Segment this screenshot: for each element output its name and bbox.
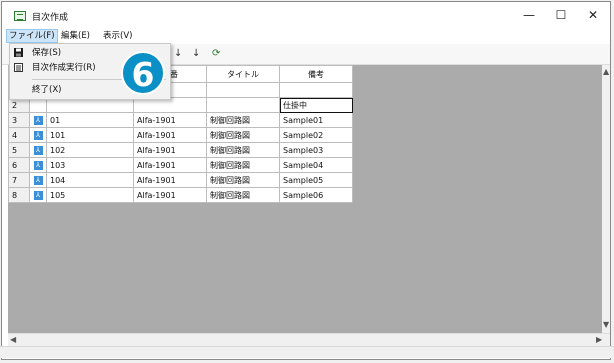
drawing-number-cell[interactable]: Alfa-1901 xyxy=(133,187,207,203)
close-button[interactable]: ✕ xyxy=(576,6,610,24)
minimize-button[interactable]: — xyxy=(512,6,546,24)
title-bar: 目次作成 — ☐ ✕ xyxy=(2,2,610,28)
title-cell[interactable]: 制御回路図 xyxy=(206,112,280,128)
toc-run-icon xyxy=(14,63,23,72)
pdf-cell[interactable]: ⅄ xyxy=(29,187,47,203)
id-cell[interactable]: 104 xyxy=(46,172,134,188)
pdf-icon: ⅄ xyxy=(33,176,43,185)
note-cell[interactable]: 仕掛中 xyxy=(279,97,353,113)
id-cell[interactable]: 102 xyxy=(46,142,134,158)
id-cell[interactable]: 103 xyxy=(46,157,134,173)
sort-descending-icon[interactable]: ↓ xyxy=(192,48,200,59)
pdf-cell[interactable]: ⅄ xyxy=(29,112,47,128)
note-cell[interactable]: Sample04 xyxy=(279,157,353,173)
title-cell[interactable] xyxy=(206,97,280,113)
row-number[interactable]: 8 xyxy=(8,187,30,203)
pdf-icon: ⅄ xyxy=(33,161,43,170)
vertical-scrollbar[interactable]: ▲ ▼ xyxy=(602,65,610,333)
id-cell[interactable]: 101 xyxy=(46,127,134,143)
header-title[interactable]: タイトル xyxy=(206,65,280,83)
step-number-badge: 6 xyxy=(121,51,165,95)
title-cell[interactable]: 制御回路図 xyxy=(206,127,280,143)
note-cell[interactable]: Sample03 xyxy=(279,142,353,158)
pdf-cell[interactable]: ⅄ xyxy=(29,127,47,143)
menu-edit[interactable]: 編集(E) xyxy=(59,30,92,42)
data-grid-area: 図番 タイトル 備考 12仕掛中3⅄01Alfa-1901制御回路図Sample… xyxy=(8,65,610,333)
drawing-number-cell[interactable]: Alfa-1901 xyxy=(133,172,207,188)
table-row[interactable]: 8 ⅄ 105 Alfa-1901 制御回路図 Sample06 xyxy=(8,187,353,203)
note-cell[interactable] xyxy=(279,82,353,98)
drawing-number-cell[interactable]: Alfa-1901 xyxy=(133,157,207,173)
drawing-number-cell[interactable]: Alfa-1901 xyxy=(133,112,207,128)
header-note[interactable]: 備考 xyxy=(279,65,353,83)
pdf-cell[interactable]: ⅄ xyxy=(29,157,47,173)
menu-file[interactable]: ファイル(F) xyxy=(6,29,58,43)
id-cell[interactable]: 105 xyxy=(46,187,134,203)
note-cell[interactable]: Sample01 xyxy=(279,112,353,128)
table-row[interactable]: 6 ⅄ 103 Alfa-1901 制御回路図 Sample04 xyxy=(8,157,353,173)
pdf-cell[interactable]: ⅄ xyxy=(29,142,47,158)
menu-item-label: 目次作成実行(R) xyxy=(32,63,96,73)
scroll-right-icon[interactable]: ▶ xyxy=(596,335,602,344)
pdf-icon: ⅄ xyxy=(33,131,43,140)
scroll-left-icon[interactable]: ◀ xyxy=(10,335,16,344)
save-icon xyxy=(14,48,23,57)
id-cell[interactable]: 01 xyxy=(46,112,134,128)
app-icon xyxy=(14,11,26,21)
menu-item-label: 保存(S) xyxy=(32,48,62,58)
table-row[interactable]: 5 ⅄ 102 Alfa-1901 制御回路図 Sample03 xyxy=(8,142,353,158)
horizontal-scrollbar[interactable]: ◀ ▶ xyxy=(8,333,610,346)
menu-item-label: 終了(X) xyxy=(32,85,62,95)
note-cell[interactable]: Sample06 xyxy=(279,187,353,203)
table-row[interactable]: 7 ⅄ 104 Alfa-1901 制御回路図 Sample05 xyxy=(8,172,353,188)
scroll-up-icon[interactable]: ▲ xyxy=(603,67,609,76)
drawing-number-cell[interactable]: Alfa-1901 xyxy=(133,127,207,143)
note-cell[interactable]: Sample02 xyxy=(279,127,353,143)
pdf-icon: ⅄ xyxy=(33,116,43,125)
table-row[interactable]: 3 ⅄ 01 Alfa-1901 制御回路図 Sample01 xyxy=(8,112,353,128)
title-cell[interactable]: 制御回路図 xyxy=(206,142,280,158)
row-number[interactable]: 4 xyxy=(8,127,30,143)
title-cell[interactable]: 制御回路図 xyxy=(206,157,280,173)
title-cell[interactable] xyxy=(206,82,280,98)
table-row[interactable]: 4 ⅄ 101 Alfa-1901 制御回路図 Sample02 xyxy=(8,127,353,143)
maximize-button[interactable]: ☐ xyxy=(544,6,578,24)
pdf-icon: ⅄ xyxy=(33,146,43,155)
pdf-icon: ⅄ xyxy=(33,191,43,200)
refresh-icon[interactable]: ⟳ xyxy=(212,48,220,59)
row-number[interactable]: 5 xyxy=(8,142,30,158)
sort-ascending-icon[interactable]: ↓ xyxy=(174,48,182,59)
row-number[interactable]: 6 xyxy=(8,157,30,173)
status-bar xyxy=(0,346,614,358)
note-cell[interactable]: Sample05 xyxy=(279,172,353,188)
menu-view[interactable]: 表示(V) xyxy=(101,30,134,42)
window-title: 目次作成 xyxy=(32,13,69,23)
drawing-number-cell[interactable]: Alfa-1901 xyxy=(133,142,207,158)
row-number[interactable]: 3 xyxy=(8,112,30,128)
title-cell[interactable]: 制御回路図 xyxy=(206,172,280,188)
title-cell[interactable]: 制御回路図 xyxy=(206,187,280,203)
scroll-down-icon[interactable]: ▼ xyxy=(603,320,609,329)
row-number[interactable]: 7 xyxy=(8,172,30,188)
pdf-cell[interactable]: ⅄ xyxy=(29,172,47,188)
menu-bar: ファイル(F) 編集(E) 表示(V) xyxy=(2,29,610,43)
